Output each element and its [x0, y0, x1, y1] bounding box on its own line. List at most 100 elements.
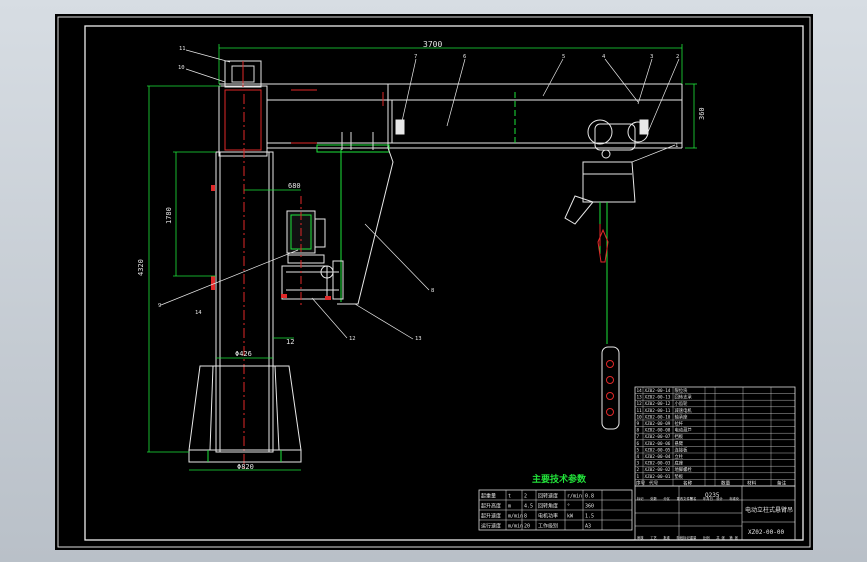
tech-table-cell: m/min [508, 514, 523, 520]
title-block-label: 分区 [663, 496, 670, 501]
tech-table-cell: 2 [524, 494, 527, 500]
parts-list-cell: 13 [637, 395, 643, 401]
parts-list-cell: 4 [637, 454, 640, 460]
tech-table-cell: 电机功率 [538, 513, 558, 520]
parts-list-cell: 轴承座 [675, 413, 689, 420]
column-assembly [188, 60, 302, 469]
title-drawing-number: XZ02-00-00 [748, 529, 785, 536]
dim-column-dia: Φ426 [235, 350, 252, 358]
parts-list-cell: 6 [637, 441, 640, 447]
title-block-label: 阶段标记 [677, 535, 691, 540]
title-block-label: 工艺 [650, 535, 657, 540]
tech-table-cell: A3 [585, 524, 591, 530]
parts-list-cell: XZ02-00-12 [645, 401, 671, 407]
parts-list-cell: 8 [637, 428, 640, 434]
tech-table-cell: m [508, 504, 511, 510]
title-block-label: 重量 [690, 535, 697, 540]
dim-base-dia: Φ820 [237, 463, 254, 471]
parts-list-cell: 减速电机 [675, 407, 693, 414]
parts-list-header: 名称 [683, 479, 693, 486]
parts-list-cell: XZ02-00-11 [645, 408, 671, 414]
parts-list-cell: 电动葫芦 [675, 427, 693, 434]
parts-list-cell: 回转支承 [675, 394, 693, 401]
parts-list-cell: 拉杆 [675, 420, 684, 427]
parts-list-cell: XZ02-00-03 [645, 461, 671, 467]
parts-list-cell: XZ02-00-09 [645, 421, 671, 427]
parts-list-header: 材料 [747, 479, 757, 486]
electric-hoist [564, 119, 649, 430]
inner-frame [84, 25, 804, 541]
balloon-label: 13 [415, 336, 422, 342]
title-block-label: 批准 [663, 535, 670, 540]
dim-inner-height: 1780 [165, 207, 173, 224]
parts-list-cell: XZ02-00-10 [645, 414, 671, 420]
parts-list-cell: XZ02-00-01 [645, 474, 671, 480]
balloon-label: 3 [650, 54, 653, 60]
dim-gear-offset: 680 [288, 182, 301, 190]
tech-table-cell: ° [567, 504, 570, 510]
dim-arm-height: 360 [698, 107, 706, 120]
parts-list-cell: 14 [637, 388, 643, 394]
balloon-label: 6 [463, 54, 466, 60]
balloon-label: 8 [431, 288, 434, 294]
title-block-label: 比例 [703, 535, 710, 540]
title-block-label: 标记 [637, 496, 644, 501]
balloon-label: 14 [195, 310, 202, 316]
tech-table-cell: 回转角度 [538, 503, 558, 510]
balloon-label: 10 [178, 65, 185, 71]
parts-list-cell: XZ02-00-14 [645, 388, 671, 394]
parts-list-header: 备注 [777, 479, 787, 486]
tech-table-cell: kW [567, 514, 574, 520]
tech-table-cell: 回转速度 [538, 493, 558, 500]
parts-list-cell: 垫板 [675, 473, 684, 480]
balloon-label: 2 [676, 54, 679, 60]
balloon-label: 11 [179, 46, 186, 52]
balloon-label: 7 [414, 54, 417, 60]
tech-table-cell: 8 [524, 514, 527, 520]
tech-table-cell: t [508, 494, 511, 500]
parts-list-cell: 5 [637, 447, 640, 453]
parts-list-cell: 3 [637, 461, 640, 467]
parts-list-header: 代号 [649, 479, 659, 486]
parts-list-cell: 1 [637, 474, 640, 480]
parts-list-cell: XZ02-00-08 [645, 428, 671, 434]
drawing-sheet: 3700 360 4320 1780 680 12 Φ426 Φ820 11 10… [55, 14, 813, 550]
parts-list-cell: XZ02-00-13 [645, 395, 671, 401]
dim-wall-thickness: 12 [286, 338, 294, 346]
tech-table-cell: 20 [524, 524, 530, 530]
parts-list-cell: 11 [637, 408, 643, 414]
tech-table-cell: 0.8 [585, 494, 594, 500]
parts-list-cell: 2 [637, 467, 640, 473]
parts-list-cell: 悬臂 [675, 440, 684, 447]
parts-list-cell: 7 [637, 434, 640, 440]
jib-arm [219, 83, 683, 305]
outer-frame [57, 16, 811, 548]
parts-list-cell: 10 [637, 414, 643, 420]
tech-table-title: 主要技术参数 [532, 473, 587, 485]
parts-list-cell: 挡板 [675, 433, 684, 440]
tech-table-cell: 工作级别 [538, 523, 558, 530]
parts-list-cell: 限位块 [675, 387, 689, 394]
tech-table-cell: 360 [585, 504, 594, 510]
dim-overall-width: 3700 [423, 40, 442, 49]
title-block-label: 审核 [637, 535, 644, 540]
parts-list-cell: XZ02-00-02 [645, 467, 671, 473]
title-block-label: 年月日 [703, 496, 713, 501]
cad-viewport: 3700 360 4320 1780 680 12 Φ426 Φ820 11 10… [0, 0, 867, 562]
parts-list-cell: 地脚螺栓 [675, 466, 693, 473]
title-block-label: 第 张 [729, 535, 738, 540]
balloon-label: 12 [349, 336, 356, 342]
parts-list-cell: XZ02-00-06 [645, 441, 671, 447]
tech-params-table: 主要技术参数 起重量 t 2 回转速度 r/min 0.8 起升高度 m 4.5 回转角度 ° 360… [478, 473, 633, 531]
balloon-label: 1 [675, 143, 678, 149]
parts-list-cell: 小齿轮 [675, 400, 689, 407]
parts-list-cell: 底座 [675, 460, 684, 467]
parts-list-header: 序号 [636, 479, 646, 486]
title-block-label: 处数 [650, 496, 657, 501]
drawing-canvas: 3700 360 4320 1780 680 12 Φ426 Φ820 1110… [57, 16, 811, 548]
title-block-label: 标准化 [729, 496, 740, 501]
title-block-label: 签名 [690, 496, 697, 501]
dim-column-height: 4320 [137, 259, 145, 276]
balloon-label: 9 [158, 303, 161, 309]
parts-list-cell: XZ02-00-07 [645, 434, 671, 440]
